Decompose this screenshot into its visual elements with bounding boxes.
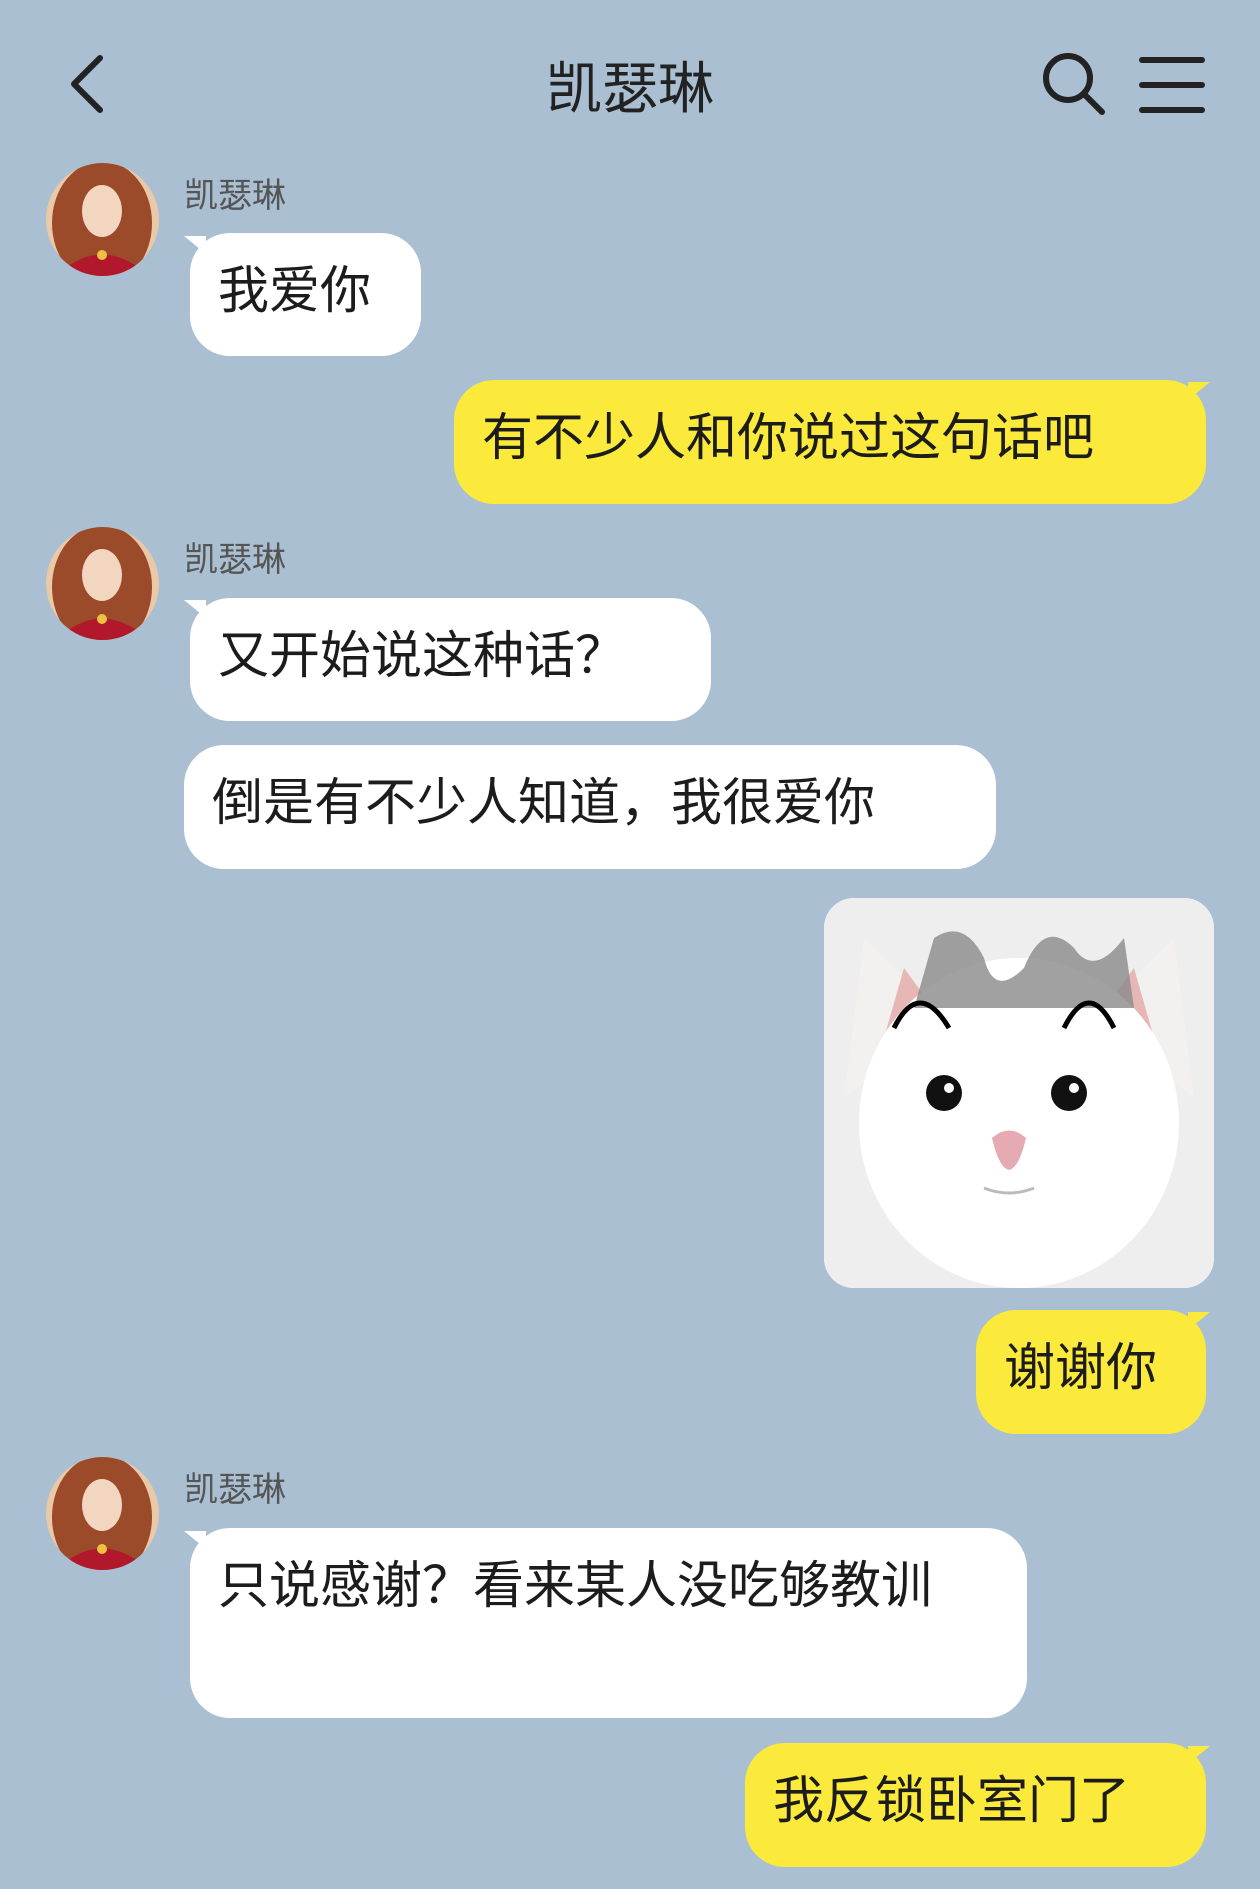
- message-bubble-outgoing[interactable]: 谢谢你: [976, 1310, 1206, 1434]
- menu-button[interactable]: [1136, 52, 1208, 118]
- message-bubble-incoming[interactable]: 又开始说这种话？: [190, 598, 711, 721]
- contact-avatar[interactable]: [46, 527, 159, 640]
- message-bubble-outgoing[interactable]: 我反锁卧室门了: [745, 1743, 1206, 1867]
- search-button[interactable]: [1038, 48, 1110, 120]
- sender-name: 凯瑟琳: [184, 1470, 286, 1510]
- sender-name: 凯瑟琳: [184, 540, 286, 580]
- contact-avatar[interactable]: [46, 163, 159, 276]
- contact-avatar[interactable]: [46, 1457, 159, 1570]
- message-bubble-incoming[interactable]: 只说感谢？看来某人没吃够教训: [190, 1528, 1027, 1718]
- sender-name: 凯瑟琳: [184, 176, 286, 216]
- hamburger-menu-icon: [1139, 57, 1205, 113]
- message-bubble-incoming[interactable]: 我爱你: [190, 233, 421, 356]
- search-icon: [1043, 53, 1105, 115]
- message-bubble-incoming[interactable]: 倒是有不少人知道，我很爱你: [184, 745, 996, 869]
- chat-header: 凯瑟琳: [0, 0, 1260, 168]
- message-bubble-outgoing[interactable]: 有不少人和你说过这句话吧: [454, 380, 1206, 504]
- crying-kitten-sticker[interactable]: [824, 898, 1214, 1288]
